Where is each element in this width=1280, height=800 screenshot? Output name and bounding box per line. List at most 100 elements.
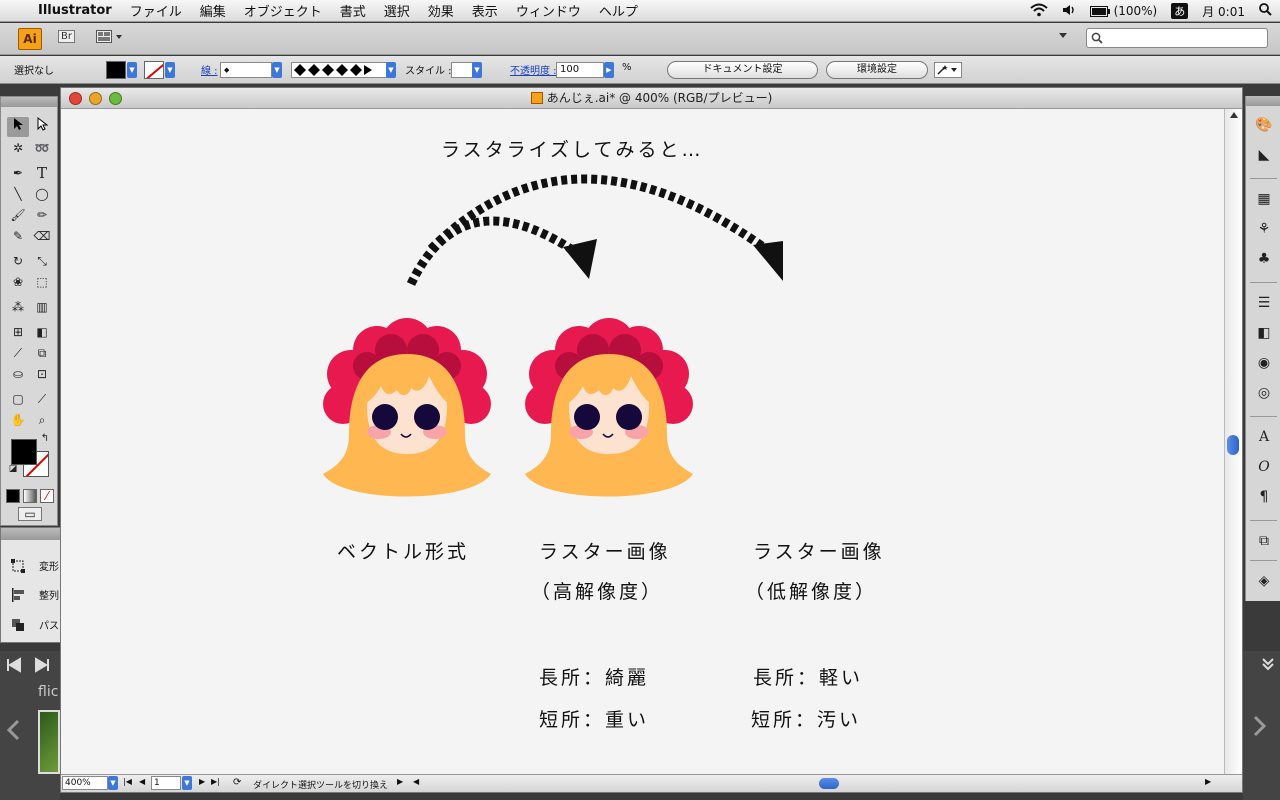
zoom-window-button[interactable]	[109, 92, 122, 105]
dock-header[interactable]	[1246, 96, 1280, 106]
selection-tool-icon[interactable]	[7, 117, 29, 137]
pencil-tool-icon[interactable]: ✏	[31, 205, 53, 225]
blend-tool-icon[interactable]: ⧉	[31, 343, 53, 363]
none-mode-icon[interactable]: ⁄	[40, 489, 54, 503]
direct-selection-tool-icon[interactable]	[31, 116, 53, 137]
stroke-panel-link[interactable]: 線 :	[201, 62, 218, 77]
slice-tool-icon[interactable]: ⟋	[31, 389, 53, 409]
ellipse-tool-icon[interactable]: ◯	[31, 184, 53, 204]
volume-icon[interactable]	[1062, 3, 1076, 20]
tools-panel-header[interactable]	[1, 97, 57, 107]
media-back-icon[interactable]	[6, 657, 56, 673]
last-artboard-icon[interactable]: ▶|	[211, 777, 220, 786]
artboard-dropdown[interactable]: ▼	[182, 776, 192, 790]
menu-window[interactable]: ウィンドウ	[516, 1, 581, 20]
brush-definition-field[interactable]	[291, 62, 395, 78]
menu-edit[interactable]: 編集	[200, 1, 226, 20]
screen-mode-icon[interactable]: ▭	[18, 507, 42, 521]
scroll-left-icon[interactable]: ◀	[413, 777, 419, 786]
illustrator-logo[interactable]: Ai	[18, 28, 42, 50]
color-mode-icon[interactable]	[6, 489, 20, 503]
menu-help[interactable]: ヘルプ	[599, 1, 638, 20]
minimize-window-button[interactable]	[89, 92, 102, 105]
graphic-style-dropdown[interactable]: ▼	[472, 62, 482, 78]
blob-brush-tool-icon[interactable]: ✎	[7, 226, 29, 246]
swatches-panel-icon[interactable]: ▦	[1255, 190, 1273, 208]
paragraph-panel-icon[interactable]: ¶	[1255, 488, 1273, 506]
gradient-mode-icon[interactable]	[23, 489, 37, 503]
opacity-dropdown[interactable]: ▶	[604, 62, 614, 78]
workspace-switcher-icon[interactable]	[1058, 31, 1068, 42]
help-search-input[interactable]	[1086, 28, 1268, 48]
stroke-stepper-icon[interactable]: ◆	[224, 66, 229, 74]
desktop-photo-thumbnail[interactable]	[38, 710, 60, 774]
scroll-right-icon[interactable]: ▶	[1205, 777, 1211, 786]
transparency-panel-icon[interactable]: ◉	[1255, 354, 1273, 372]
menubar-clock[interactable]: 月 0:01	[1202, 3, 1245, 20]
gradient-tool-icon[interactable]: ◧	[31, 322, 53, 342]
bridge-button[interactable]: Br	[58, 30, 75, 43]
spotlight-icon[interactable]	[1259, 3, 1272, 19]
graphic-style-field[interactable]	[451, 62, 473, 78]
color-guide-icon[interactable]: ◣	[1255, 146, 1273, 164]
rotate-tool-icon[interactable]: ↻	[7, 251, 29, 271]
layers-panel-icon[interactable]: ◈	[1255, 572, 1273, 590]
character-panel-icon[interactable]: A	[1255, 428, 1273, 446]
status-refresh-icon[interactable]: ⟳	[233, 777, 241, 788]
control-panel-menu-button[interactable]	[934, 62, 962, 78]
symbols-panel-icon[interactable]: ♣	[1255, 250, 1273, 268]
stroke-swatch[interactable]	[144, 61, 164, 79]
document-setup-button[interactable]: ドキュメント設定	[667, 61, 818, 79]
status-menu-icon[interactable]: ▶	[397, 777, 403, 786]
panel-item-align[interactable]: 整列	[11, 587, 59, 602]
menu-app-name[interactable]: Illustrator	[38, 3, 112, 18]
eraser-tool-icon[interactable]: ⌫	[31, 226, 53, 246]
zoom-level-field[interactable]: 400%	[62, 776, 108, 790]
fill-color-box[interactable]	[11, 439, 37, 465]
artboard-tool-icon[interactable]: ▢	[7, 389, 29, 409]
free-transform-tool-icon[interactable]: ⬚	[31, 272, 53, 292]
close-window-button[interactable]	[69, 92, 82, 105]
preferences-button[interactable]: 環境設定	[826, 61, 928, 79]
scroll-up-icon[interactable]	[1229, 111, 1239, 119]
next-artboard-icon[interactable]: ▶	[199, 777, 205, 786]
slideshow-next-icon[interactable]	[1253, 715, 1267, 737]
eyedropper-tool-icon[interactable]: ⟋	[7, 343, 29, 363]
wifi-icon[interactable]	[1030, 3, 1048, 20]
vertical-scroll-thumb[interactable]	[1227, 435, 1239, 455]
zoom-tool-icon[interactable]: ⌕	[31, 410, 53, 430]
stroke-panel-icon[interactable]: ☰	[1255, 294, 1273, 312]
menu-object[interactable]: オブジェクト	[244, 1, 322, 20]
horizontal-scroll-thumb[interactable]	[819, 778, 839, 789]
status-text[interactable]: ダイレクト選択ツールを切り換え	[253, 778, 388, 791]
stroke-dropdown[interactable]: ▼	[165, 62, 175, 78]
vertical-scrollbar[interactable]	[1224, 109, 1242, 776]
hand-tool-icon[interactable]: ✋	[7, 410, 29, 430]
artboard-canvas[interactable]: ラスタライズしてみると… ベクトル形式 ラスター画像 （高解像度） ラスター画像…	[61, 109, 1225, 776]
battery-status[interactable]: (100%)	[1089, 4, 1157, 18]
arrange-documents-button[interactable]	[96, 30, 124, 47]
panel-item-transform[interactable]: 変形	[11, 558, 59, 573]
warp-tool-icon[interactable]: ❀	[7, 272, 29, 292]
menu-file[interactable]: ファイル	[130, 1, 182, 20]
slideshow-prev-icon[interactable]	[6, 719, 20, 741]
menu-view[interactable]: 表示	[472, 1, 498, 20]
mesh-tool-icon[interactable]: ⊞	[7, 322, 29, 342]
paintbrush-tool-icon[interactable]: 🖌	[7, 205, 29, 225]
opacity-panel-link[interactable]: 不透明度 :	[510, 62, 557, 77]
appearance-panel-icon[interactable]: ◎	[1255, 384, 1273, 402]
swap-fill-stroke-icon[interactable]: ↰	[39, 433, 51, 445]
prev-artboard-icon[interactable]: ◀	[139, 777, 145, 786]
artboards-panel-icon[interactable]: ⧉	[1255, 532, 1273, 550]
stroke-weight-dropdown[interactable]: ▼	[272, 62, 282, 78]
opacity-input[interactable]: 100	[556, 62, 604, 78]
menu-effect[interactable]: 効果	[428, 1, 454, 20]
gradient-panel-icon[interactable]: ◧	[1255, 324, 1273, 342]
fill-swatch[interactable]	[106, 61, 126, 79]
column-graph-tool-icon[interactable]: ▥	[31, 297, 53, 317]
color-panel-icon[interactable]: 🎨	[1255, 116, 1273, 134]
first-artboard-icon[interactable]: |◀	[123, 777, 132, 786]
magic-wand-tool-icon[interactable]: ✲	[7, 138, 29, 158]
type-tool-icon[interactable]: T	[31, 163, 53, 183]
zoom-dropdown[interactable]: ▼	[108, 776, 118, 790]
